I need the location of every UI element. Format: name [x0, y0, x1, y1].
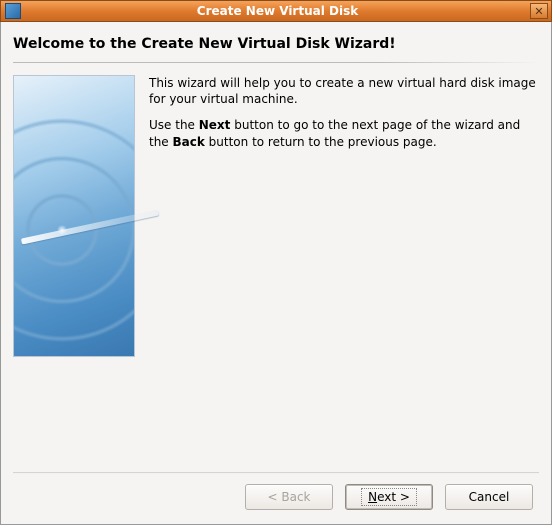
- cancel-button[interactable]: Cancel: [445, 484, 533, 510]
- nav-paragraph: Use the Next button to go to the next pa…: [149, 117, 539, 149]
- next-button[interactable]: Next >: [345, 484, 433, 510]
- back-button: < Back: [245, 484, 333, 510]
- intro-paragraph: This wizard will help you to create a ne…: [149, 75, 539, 107]
- button-row: < Back Next > Cancel: [13, 474, 539, 514]
- app-icon: [5, 3, 21, 19]
- client-area: Welcome to the Create New Virtual Disk W…: [0, 22, 552, 525]
- title-bar[interactable]: Create New Virtual Disk ✕: [0, 0, 552, 22]
- window-title: Create New Virtual Disk: [25, 4, 530, 18]
- close-icon[interactable]: ✕: [530, 3, 548, 19]
- content-row: This wizard will help you to create a ne…: [13, 75, 539, 466]
- wizard-window: Create New Virtual Disk ✕ Welcome to the…: [0, 0, 552, 525]
- page-heading: Welcome to the Create New Virtual Disk W…: [13, 36, 539, 52]
- wizard-sidebar-image: [13, 75, 135, 357]
- heading-separator: [13, 62, 539, 63]
- body-text: This wizard will help you to create a ne…: [149, 75, 539, 466]
